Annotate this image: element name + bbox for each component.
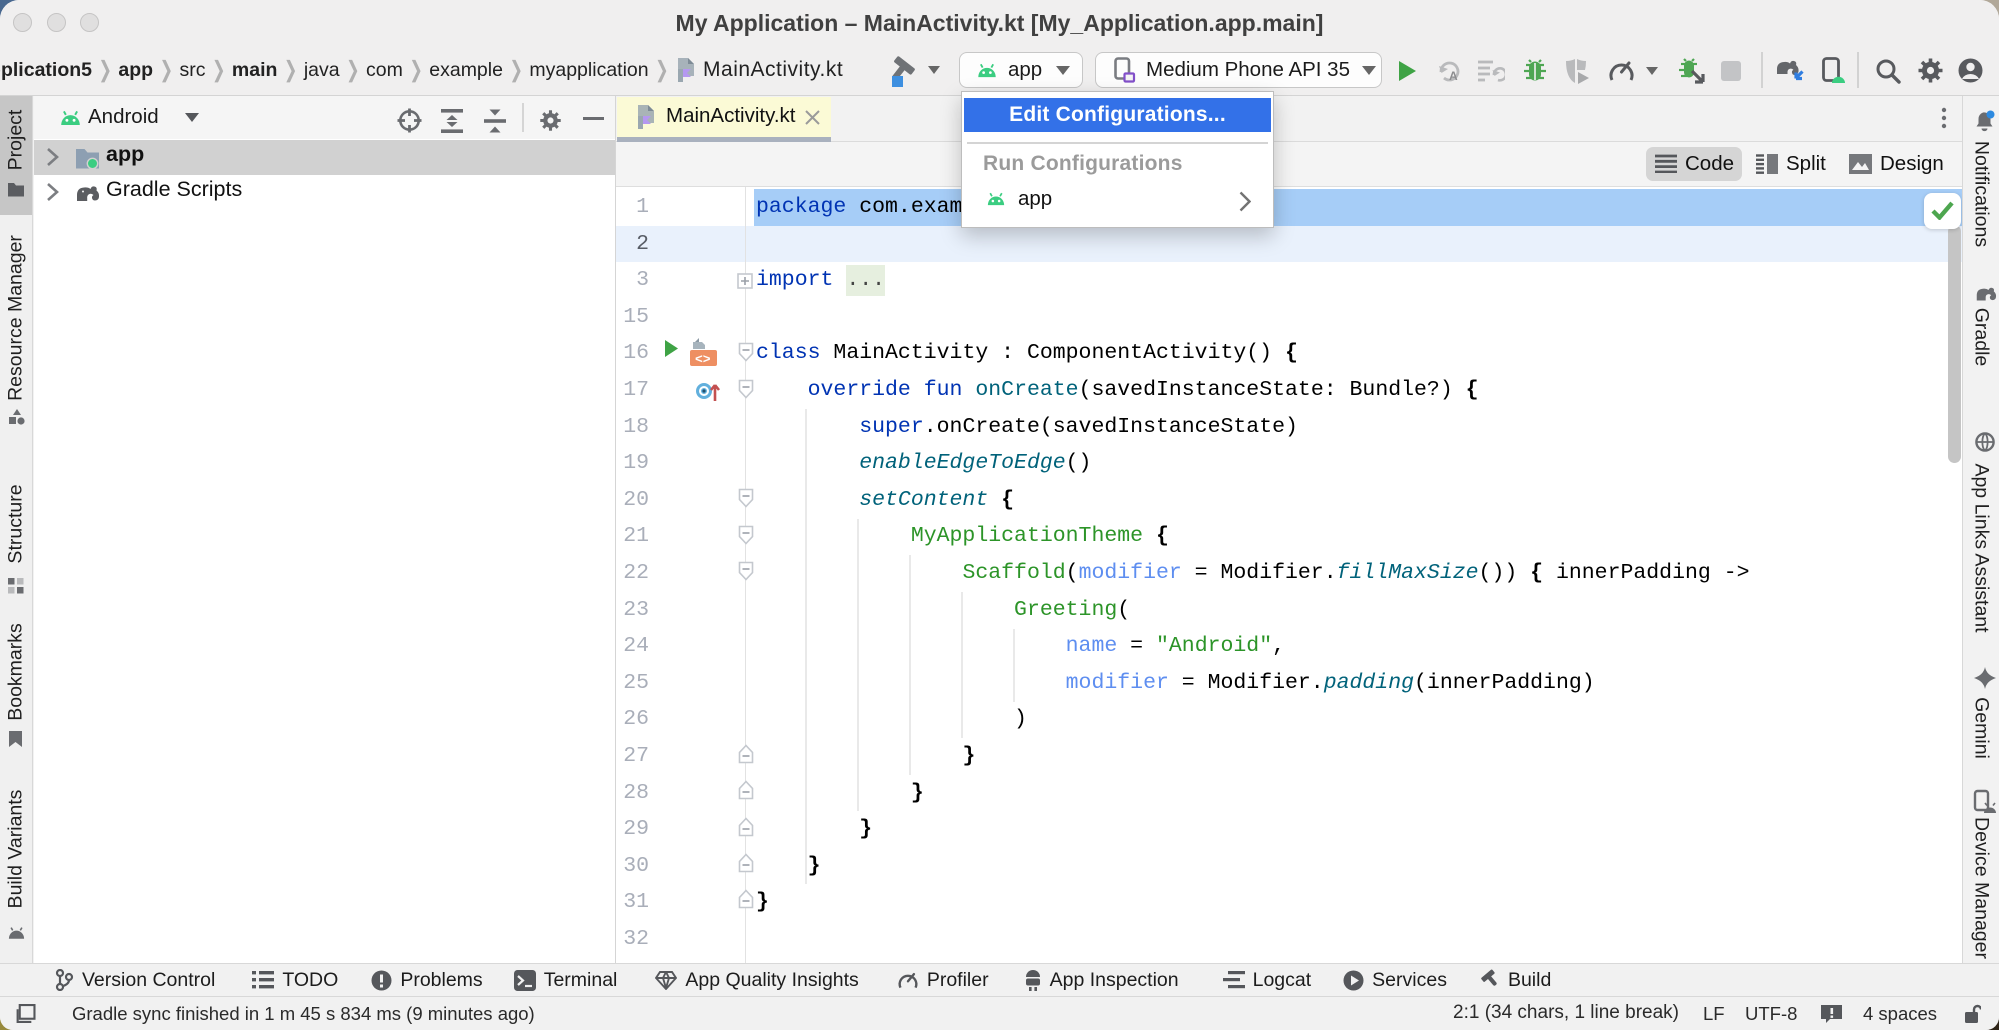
svg-text:<>: <> [695,352,711,367]
svg-text:A: A [1449,69,1458,83]
